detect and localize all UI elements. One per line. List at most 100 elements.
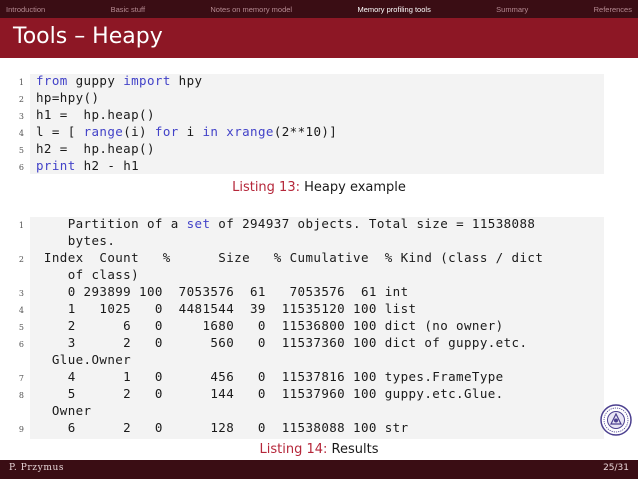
code-line: 9 6 2 0 128 0 11538088 100 str (0, 420, 638, 437)
code-text: l = [ range(i) for i in xrange(2**10)] (36, 124, 337, 139)
footer-bar: P. Przymus 25/31 (0, 460, 638, 479)
code-line: 4 1 1025 0 4481544 39 11535120 100 list (0, 301, 638, 318)
code-token: 1 1025 0 4481544 39 11535120 100 list (36, 301, 417, 316)
caption-text: Results (331, 442, 379, 457)
line-number: 4 (18, 129, 24, 138)
code-text: of class) (36, 267, 139, 282)
line-number: 6 (18, 163, 24, 172)
code-line: 3 0 293899 100 7053576 61 7053576 61 int (0, 284, 638, 301)
code-token: guppy (67, 73, 124, 88)
line-number: 2 (18, 95, 24, 104)
code-keyword: in (202, 124, 219, 139)
code-token: 2 6 0 1680 0 11536800 100 dict (no owner… (36, 318, 504, 333)
code-token: (i) (123, 124, 155, 139)
code-token: of 294937 objects. Total size = 11538088 (210, 216, 536, 231)
code-line: 7 4 1 0 456 0 11537816 100 types.FrameTy… (0, 369, 638, 386)
code-line: 6 3 2 0 560 0 11537360 100 dict of guppy… (0, 335, 638, 352)
code-line: 1 from guppy import hpy (0, 73, 638, 90)
nav-item-notes-on-memory-model[interactable]: Notes on memory model (210, 5, 292, 14)
code-text: 0 293899 100 7053576 61 7053576 61 int (36, 284, 409, 299)
code-text: h1 = hp.heap() (36, 107, 155, 122)
code-token: 4 1 0 456 0 11537816 100 types.FrameType (36, 369, 504, 384)
frame-title: Tools – Heapy (13, 24, 163, 49)
nav-item-introduction[interactable]: Introduction (6, 5, 45, 14)
code-token: bytes. (36, 233, 116, 248)
code-keyword: from (36, 73, 68, 88)
code-text: Owner (36, 403, 91, 418)
code-keyword: print (36, 158, 76, 173)
code-token: hpy (170, 73, 203, 88)
code-text: 3 2 0 560 0 11537360 100 dict of guppy.e… (36, 335, 527, 350)
code-keyword: for (154, 124, 179, 139)
code-token: 0 293899 100 7053576 61 7053576 61 int (36, 284, 409, 299)
line-number: 4 (18, 306, 24, 315)
code-token: (2**10)] (273, 124, 338, 139)
code-text: 4 1 0 456 0 11537816 100 types.FrameType (36, 369, 504, 384)
code-text: Index Count % Size % Cumulative % Kind (… (36, 250, 543, 265)
line-number: 1 (18, 78, 24, 87)
code-token: l = [ (36, 124, 84, 139)
code-text: bytes. (36, 233, 115, 248)
code-line: bytes. (0, 233, 638, 250)
line-number: 1 (18, 221, 24, 230)
code-text: 1 1025 0 4481544 39 11535120 100 list (36, 301, 416, 316)
code-text: h2 = hp.heap() (36, 141, 155, 156)
code-token: hp=hpy() (36, 90, 100, 105)
line-number: 8 (18, 391, 24, 400)
code-token: h2 = hp.heap() (36, 141, 155, 156)
code-token: 3 2 0 560 0 11537360 100 dict of guppy.e… (36, 335, 528, 350)
code-token: of class) (36, 267, 140, 282)
code-text: Partition of a set of 294937 objects. To… (36, 216, 535, 231)
caption-label: Listing 14: (259, 442, 328, 457)
nav-item-summary[interactable]: Summary (496, 5, 528, 14)
code-line: 3 h1 = hp.heap() (0, 107, 638, 124)
page-number: 25/31 (603, 463, 629, 473)
code-token: Glue.Owner (36, 352, 132, 367)
author-name: P. Przymus (9, 463, 65, 473)
nav-item-memory-profiling-tools[interactable]: Memory profiling tools (357, 5, 430, 14)
code-token: h2 - h1 (75, 158, 140, 173)
code-token: Partition of a (36, 216, 187, 231)
code-token: 5 2 0 144 0 11537960 100 guppy.etc.Glue. (36, 386, 504, 401)
line-number: 3 (18, 289, 24, 298)
code-line: 2 Index Count % Size % Cumulative % Kind… (0, 250, 638, 267)
listing-14-caption: Listing 14: Results (0, 442, 638, 457)
caption-text: Heapy example (304, 180, 406, 195)
code-keyword: xrange (226, 124, 274, 139)
code-line: 5 2 6 0 1680 0 11536800 100 dict (no own… (0, 318, 638, 335)
line-number: 5 (18, 323, 24, 332)
code-text: 6 2 0 128 0 11538088 100 str (36, 420, 409, 435)
line-number: 7 (18, 374, 24, 383)
code-line: 1 Partition of a set of 294937 objects. … (0, 216, 638, 233)
code-text: print h2 - h1 (36, 158, 139, 173)
line-number: 2 (18, 255, 24, 264)
code-keyword: range (83, 124, 124, 139)
line-number: 6 (18, 340, 24, 349)
line-number: 9 (18, 425, 24, 434)
code-line: 5 h2 = hp.heap() (0, 141, 638, 158)
nav-item-references[interactable]: References (594, 5, 632, 14)
code-text: 5 2 0 144 0 11537960 100 guppy.etc.Glue. (36, 386, 504, 401)
code-line: 6 print h2 - h1 (0, 158, 638, 175)
code-token: i (178, 124, 203, 139)
line-number: 3 (18, 112, 24, 121)
code-token: 6 2 0 128 0 11538088 100 str (36, 420, 409, 435)
frame-title-bar: Tools – Heapy (0, 18, 638, 58)
university-seal-icon (600, 404, 632, 436)
section-navigation-bar: Introduction Basic stuff Notes on memory m… (0, 0, 638, 18)
code-text: from guppy import hpy (36, 73, 202, 88)
caption-label: Listing 13: (232, 180, 300, 195)
code-token: Index Count % Size % Cumulative % Kind (… (36, 250, 544, 265)
code-line: 2 hp=hpy() (0, 90, 638, 107)
code-line: 4 l = [ range(i) for i in xrange(2**10)] (0, 124, 638, 141)
nav-item-basic-stuff[interactable]: Basic stuff (111, 5, 145, 14)
code-token: Owner (36, 403, 92, 418)
listing-13-caption: Listing 13: Heapy example (0, 180, 638, 195)
code-text: hp=hpy() (36, 90, 99, 105)
code-text: Glue.Owner (36, 352, 131, 367)
code-text: 2 6 0 1680 0 11536800 100 dict (no owner… (36, 318, 504, 333)
code-line: of class) (0, 267, 638, 284)
code-keyword: import (123, 73, 171, 88)
code-keyword: set (186, 216, 211, 231)
line-number: 5 (18, 146, 24, 155)
